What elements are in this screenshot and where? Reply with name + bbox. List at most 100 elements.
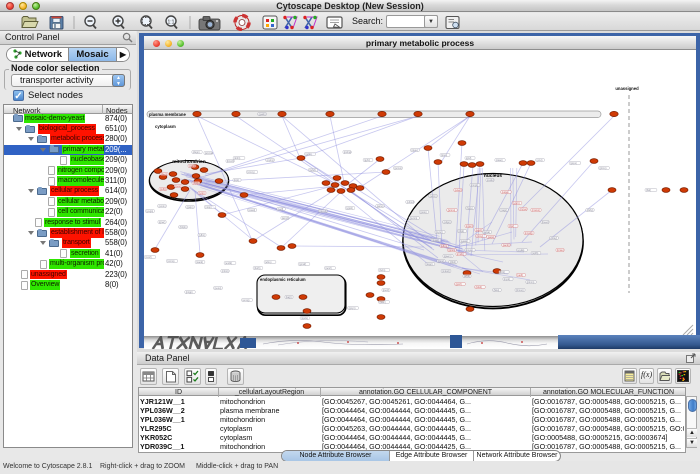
- svg-text:(trpt): (trpt): [234, 179, 239, 182]
- svg-text:(upfb): (upfb): [532, 252, 538, 255]
- svg-text:(temf): (temf): [325, 267, 331, 270]
- svg-text:(ppsn): (ppsn): [448, 249, 455, 252]
- svg-text:(yrtp): (yrtp): [199, 192, 205, 195]
- svg-text:(ebre): (ebre): [265, 261, 272, 264]
- svg-text:(endd): (endd): [225, 262, 232, 265]
- svg-text:1:1: 1:1: [168, 20, 175, 26]
- svg-text:(yego): (yego): [146, 210, 153, 213]
- svg-text:(ymnu): (ymnu): [448, 209, 456, 212]
- svg-text:(rtpr): (rtpr): [509, 225, 514, 228]
- svg-text:(bbpb): (bbpb): [180, 226, 187, 229]
- svg-text:(bmcb): (bmcb): [227, 160, 235, 163]
- svg-text:(tubd): (tubd): [309, 169, 315, 172]
- svg-text:(gunr): (gunr): [438, 260, 445, 263]
- svg-text:endoplasmic reticulum: endoplasmic reticulum: [260, 277, 306, 282]
- svg-text:(mcud): (mcud): [319, 210, 327, 213]
- svg-text:(ncya): (ncya): [466, 249, 473, 252]
- svg-text:(dsby): (dsby): [587, 209, 594, 212]
- svg-text:(mrof): (mrof): [145, 256, 152, 259]
- svg-text:(uetf): (uetf): [278, 208, 284, 211]
- svg-text:(dsgn): (dsgn): [193, 151, 200, 154]
- svg-text:(tpuu): (tpuu): [411, 149, 417, 152]
- svg-text:(ptmn): (ptmn): [600, 167, 607, 170]
- svg-text:(oudu): (oudu): [487, 179, 494, 182]
- svg-text:(ygsb): (ygsb): [346, 207, 353, 210]
- svg-text:(putu): (putu): [420, 211, 426, 214]
- svg-text:(enec): (enec): [455, 189, 462, 192]
- svg-text:(gyfc): (gyfc): [364, 159, 370, 162]
- svg-text:(tyos): (tyos): [175, 185, 181, 188]
- svg-text:(mngt): (mngt): [471, 184, 478, 187]
- svg-text:(ftaf): (ftaf): [646, 189, 651, 192]
- svg-text:(dcsy): (dcsy): [551, 237, 558, 240]
- svg-text:(adtm): (adtm): [430, 195, 437, 198]
- svg-text:(bmoo): (bmoo): [516, 289, 524, 292]
- svg-text:(osao): (osao): [496, 159, 503, 162]
- svg-text:(eyda): (eyda): [518, 249, 525, 252]
- svg-text:(easa): (easa): [461, 240, 468, 243]
- svg-text:(myyu): (myyu): [520, 208, 528, 211]
- svg-text:(nyuc): (nyuc): [436, 231, 443, 234]
- svg-text:(gsys): (gsys): [570, 162, 577, 165]
- svg-text:(tmsu): (tmsu): [557, 249, 564, 252]
- svg-text:(odgo): (odgo): [444, 221, 451, 224]
- svg-text:(gddt): (gddt): [305, 153, 311, 156]
- svg-text:(mbct): (mbct): [222, 270, 229, 273]
- svg-text:(pcmo): (pcmo): [394, 167, 402, 170]
- svg-text:(penf): (penf): [383, 289, 389, 292]
- svg-text:(nppc): (nppc): [466, 225, 473, 228]
- svg-text:(asps): (asps): [488, 236, 495, 239]
- svg-text:(ssgc): (ssgc): [426, 263, 433, 266]
- svg-text:(asya): (asya): [483, 231, 490, 234]
- svg-text:(nrsp): (nrsp): [205, 206, 211, 209]
- svg-text:(uetf): (uetf): [517, 274, 523, 277]
- svg-text:(ycut): (ycut): [537, 159, 543, 162]
- svg-text:(brtr): (brtr): [500, 271, 505, 274]
- svg-text:(pnac): (pnac): [432, 239, 439, 242]
- svg-text:(tobd): (tobd): [476, 286, 482, 289]
- svg-text:(manb): (manb): [189, 165, 197, 168]
- svg-text:cytoplasm: cytoplasm: [155, 124, 176, 129]
- svg-text:(msmo): (msmo): [532, 209, 540, 212]
- svg-text:(eymy): (eymy): [267, 159, 275, 162]
- svg-text:(gmdr): (gmdr): [299, 263, 306, 266]
- svg-text:(fyun): (fyun): [161, 173, 167, 176]
- svg-text:(oaod): (oaod): [196, 261, 203, 264]
- svg-text:(tadc): (tadc): [380, 301, 386, 304]
- svg-text:(gtsf): (gtsf): [466, 157, 472, 160]
- svg-text:(gncf): (gncf): [456, 283, 462, 286]
- svg-text:(beeo): (beeo): [542, 221, 549, 224]
- svg-text:(stmy): (stmy): [477, 235, 484, 238]
- svg-text:(rmcb): (rmcb): [457, 253, 464, 256]
- svg-text:(seou): (seou): [215, 287, 222, 290]
- svg-text:plasma membrane: plasma membrane: [149, 112, 186, 117]
- svg-text:(fggy): (fggy): [467, 207, 473, 210]
- svg-text:(egct): (egct): [476, 229, 482, 232]
- svg-text:(tagr): (tagr): [286, 296, 292, 299]
- svg-text:(ppdo): (ppdo): [301, 317, 308, 320]
- svg-text:(atyd): (atyd): [464, 275, 470, 278]
- svg-text:(dnfn): (dnfn): [234, 157, 240, 160]
- svg-text:(bctn): (bctn): [379, 269, 385, 272]
- svg-text:(mdod): (mdod): [442, 270, 450, 273]
- svg-text:(nyut): (nyut): [504, 278, 510, 281]
- svg-text:(gaem): (gaem): [444, 255, 452, 258]
- svg-text:(ccms): (ccms): [167, 260, 174, 263]
- svg-text:(cmny): (cmny): [247, 171, 255, 174]
- svg-text:(pngp): (pngp): [186, 291, 193, 294]
- svg-text:(asnu): (asnu): [377, 205, 384, 208]
- svg-text:(dfod): (dfod): [450, 261, 456, 264]
- svg-text:(tbgt): (tbgt): [458, 230, 464, 233]
- svg-text:(ftyc): (ftyc): [193, 182, 199, 185]
- svg-text:(nagc): (nagc): [501, 209, 508, 212]
- svg-text:(yfbc): (yfbc): [199, 234, 205, 237]
- svg-text:unassigned: unassigned: [615, 86, 639, 91]
- svg-text:(ygrn): (ygrn): [513, 202, 519, 205]
- svg-text:(ubmd): (ubmd): [407, 201, 415, 204]
- svg-text:(amma): (amma): [205, 152, 213, 155]
- svg-text:(nmdg): (nmdg): [525, 232, 533, 235]
- svg-text:(ufbn): (ufbn): [441, 245, 447, 248]
- svg-text:(yunm): (yunm): [410, 217, 418, 220]
- svg-text:(tpso): (tpso): [441, 154, 447, 157]
- svg-text:(gnyn): (gnyn): [349, 307, 356, 310]
